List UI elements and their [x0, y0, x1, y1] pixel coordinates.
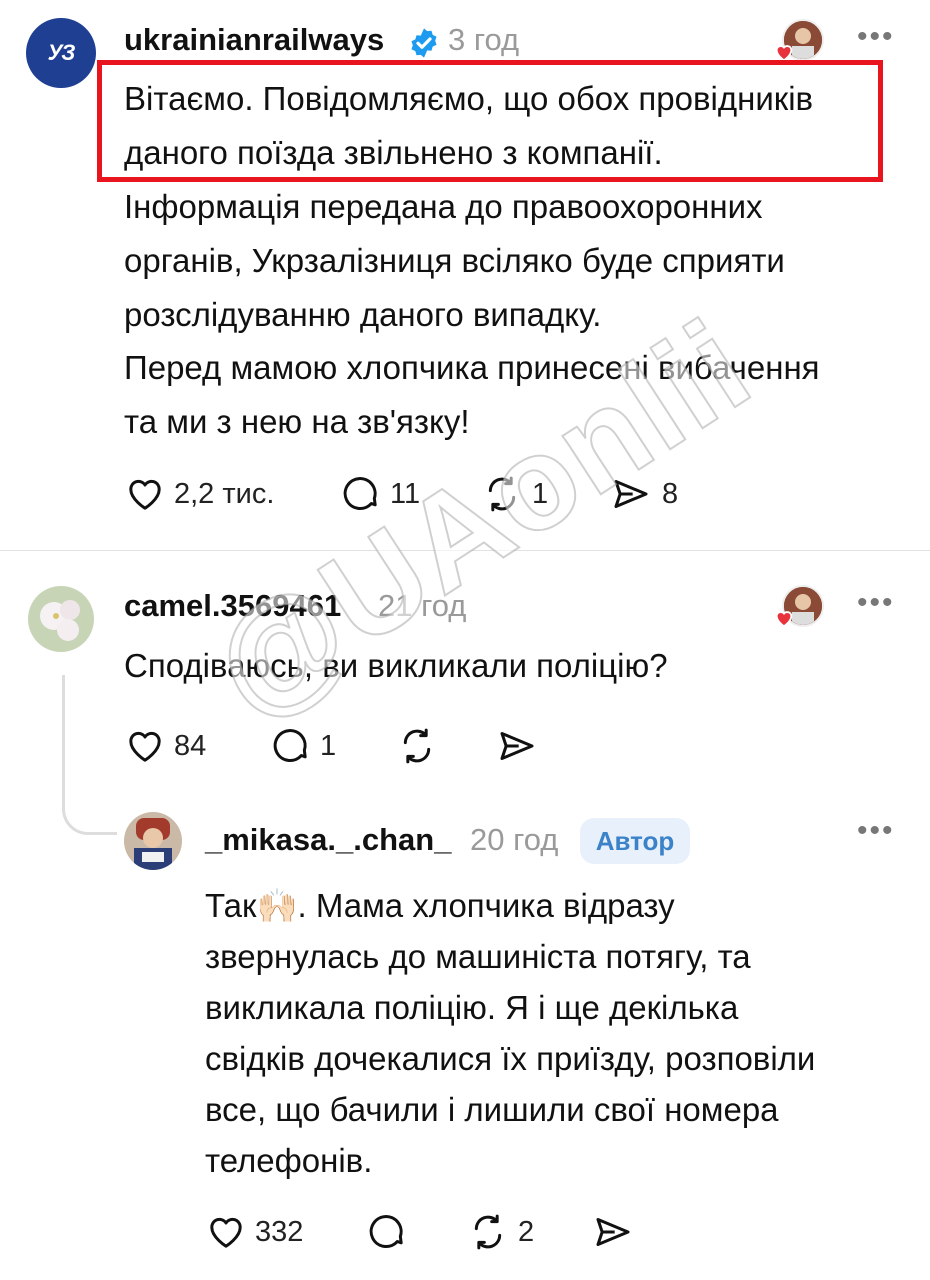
like-button[interactable]: 2,2 тис. — [124, 474, 274, 514]
reply1-share-button[interactable] — [494, 726, 548, 766]
heart-icon — [210, 1217, 242, 1248]
reply2-more-button[interactable]: ••• — [857, 814, 895, 848]
post-line-3: Інформація передана до правоохоронних — [124, 188, 763, 225]
send-icon — [596, 1218, 630, 1246]
repost-icon — [474, 1214, 502, 1250]
like-count: 2,2 тис. — [174, 477, 275, 510]
reply1-like-button[interactable]: 84 — [124, 726, 206, 766]
heart-icon — [129, 479, 161, 510]
avatar-logo-text: УЗ — [47, 40, 76, 65]
reply2-repost-count: 2 — [518, 1215, 535, 1248]
post-timestamp: 3 год — [448, 22, 520, 57]
reply2-line-5: все, що бачили і лишили свої номера — [205, 1091, 779, 1128]
thread-connector-line — [62, 675, 117, 835]
reply2-share-button[interactable] — [590, 1212, 644, 1252]
post-username[interactable]: ukrainianrailways — [124, 22, 384, 58]
reply2-line-6: телефонів. — [205, 1142, 373, 1179]
reply1-more-button[interactable]: ••• — [857, 586, 895, 620]
reply1-comment-count: 1 — [320, 729, 337, 762]
heart-icon — [129, 731, 161, 762]
mikasa-avatar[interactable] — [124, 812, 182, 870]
reply2-username[interactable]: _mikasa._.chan_ — [205, 822, 451, 858]
reply2-line-1: Так🙌🏻. Мама хлопчика відразу — [205, 887, 675, 924]
send-icon — [500, 732, 534, 760]
more-options-button[interactable]: ••• — [857, 20, 895, 54]
reply2-line-4: свідків дочекалися їх приїзду, розповіли — [205, 1040, 816, 1077]
post-line-4: органів, Укрзалізниця всіляко буде сприя… — [124, 242, 785, 279]
reply1-repost-button[interactable] — [395, 726, 447, 766]
reply2-timestamp: 20 год — [470, 822, 559, 857]
red-highlight-box — [97, 60, 883, 182]
verified-badge-icon — [411, 28, 437, 58]
reply2-body: Так🙌🏻. Мама хлопчика відразу звернулась … — [205, 880, 815, 1186]
heart-reaction-icon-2 — [775, 611, 793, 628]
reply1-like-count: 84 — [174, 729, 207, 762]
reply2-like-button[interactable]: 332 — [205, 1212, 303, 1252]
reply2-comment-button[interactable] — [366, 1212, 416, 1252]
reply2-line-2: звернулась до машиніста потягу, та — [205, 938, 751, 975]
ukrzaliznytsia-logo-avatar[interactable]: УЗ — [26, 18, 96, 88]
camel-avatar[interactable] — [28, 586, 94, 652]
reply2-line-3: викликала поліцію. Я і ще декілька — [205, 989, 739, 1026]
reply2-repost-button[interactable]: 2 — [466, 1212, 534, 1252]
comment-bubble-icon — [369, 1215, 403, 1249]
repost-icon — [403, 728, 431, 764]
reply2-like-count: 332 — [255, 1215, 304, 1248]
author-badge: Автор — [580, 818, 690, 864]
